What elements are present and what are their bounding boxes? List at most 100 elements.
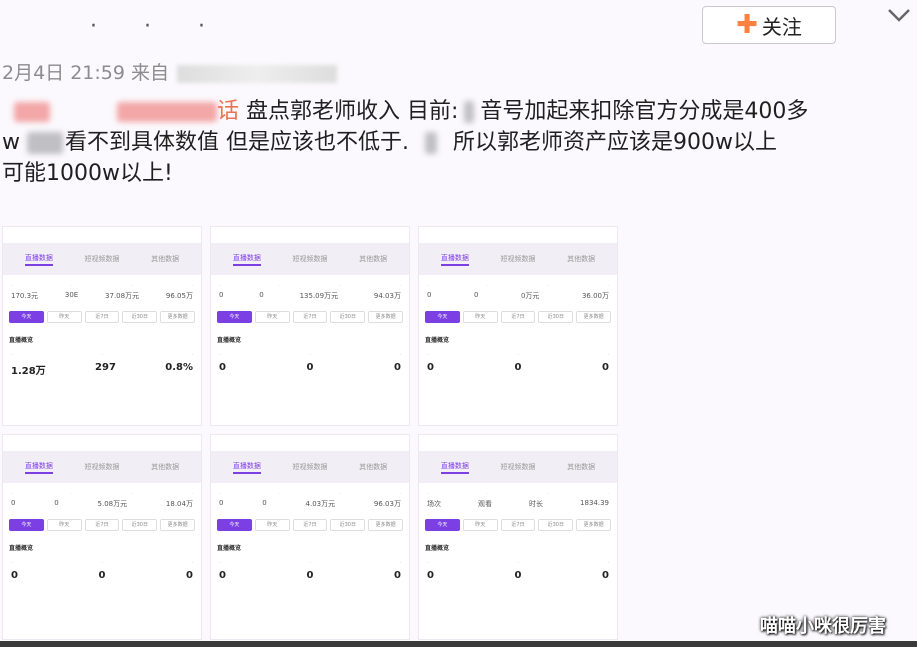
post-line-1b: 音号加起来扣除官方分成是400多 bbox=[480, 99, 809, 124]
pill-yesterday[interactable]: 昨天 bbox=[254, 311, 290, 323]
stat-label: · bbox=[547, 283, 549, 289]
pill-30d[interactable]: 近30日 bbox=[122, 311, 158, 323]
stat-label: · bbox=[71, 491, 73, 497]
post-line-3: 可能1000w以上! bbox=[2, 161, 173, 186]
pill-30d[interactable]: 近30日 bbox=[330, 519, 366, 531]
stat-value: 96.05万 bbox=[165, 292, 193, 300]
pill-more[interactable]: 更多数据 bbox=[160, 311, 195, 323]
screenshot-grid[interactable]: 直播数据 短视频数据 其他数据 · · · · 170.3元 30E 37.08万元 … bbox=[2, 226, 618, 640]
tab-live[interactable]: 直播数据 bbox=[24, 253, 53, 266]
stats-card-5[interactable]: 直播数据 短视频数据 其他数据 · · · · 0 0 4.03万元 96.03万 今… bbox=[210, 434, 410, 640]
stats-card-3[interactable]: 直播数据 短视频数据 其他数据 · · · · 0 0 0万元 36.00万 今天 昨… bbox=[418, 226, 618, 426]
blurred-source bbox=[177, 64, 338, 83]
stats-card-6[interactable]: 直播数据 短视频数据 其他数据 · · · · 场次 观看 时长 1834.39 今天… bbox=[418, 434, 618, 640]
big-value: 0 bbox=[602, 570, 609, 581]
pill-7d[interactable]: 近7日 bbox=[292, 519, 328, 531]
pill-30d[interactable]: 近30日 bbox=[122, 519, 158, 531]
post-text: 话 盘点郭老师收入 目前: 音号加起来扣除官方分成是400多 w 看不到具体数值 … bbox=[2, 96, 912, 189]
pill-more[interactable]: 更多数据 bbox=[368, 519, 403, 531]
stat-value: 0 bbox=[427, 291, 432, 299]
tab-other[interactable]: 其他数据 bbox=[151, 254, 179, 264]
tab-video[interactable]: 短视频数据 bbox=[500, 254, 535, 264]
section-title: 直播概览 bbox=[425, 545, 450, 552]
topic-handle-suffix[interactable]: 话 bbox=[217, 99, 239, 124]
stats-card-4[interactable]: 直播数据 短视频数据 其他数据 · · · · 0 0 5.08万元 18.04万 今… bbox=[2, 434, 202, 640]
tab-other[interactable]: 其他数据 bbox=[567, 254, 595, 264]
tab-live[interactable]: 直播数据 bbox=[440, 461, 469, 474]
pill-more[interactable]: 更多数据 bbox=[576, 519, 611, 531]
stat-label: · bbox=[219, 283, 221, 289]
tab-other[interactable]: 其他数据 bbox=[359, 462, 387, 472]
stat-label: · bbox=[191, 352, 193, 358]
card-title bbox=[3, 227, 201, 243]
big-value: 0 bbox=[427, 570, 434, 581]
big-value: 0 bbox=[514, 570, 522, 581]
tab-video[interactable]: 短视频数据 bbox=[292, 254, 327, 264]
pill-more[interactable]: 更多数据 bbox=[368, 311, 403, 323]
chevron-down-icon[interactable] bbox=[884, 2, 914, 26]
tab-video[interactable]: 短视频数据 bbox=[84, 462, 119, 472]
stat-label: · bbox=[339, 283, 341, 289]
stat-label: · bbox=[191, 491, 193, 497]
stat-label: · bbox=[71, 283, 73, 289]
stat-label: · bbox=[487, 283, 489, 289]
pill-today[interactable]: 今天 bbox=[425, 519, 460, 531]
pill-today[interactable]: 今天 bbox=[217, 519, 252, 531]
card-title bbox=[419, 435, 617, 451]
pill-more[interactable]: 更多数据 bbox=[160, 519, 195, 531]
stat-label: · bbox=[607, 283, 609, 289]
pill-yesterday[interactable]: 昨天 bbox=[46, 519, 82, 531]
stat-label: · bbox=[517, 352, 519, 358]
stat-label: · bbox=[191, 560, 193, 566]
stat-label: · bbox=[427, 283, 429, 289]
stat-label: · bbox=[399, 560, 401, 566]
stat-label: · bbox=[309, 560, 311, 566]
tab-other[interactable]: 其他数据 bbox=[359, 254, 387, 264]
more-dots[interactable]: · · · bbox=[90, 14, 225, 39]
blurred-handle bbox=[117, 102, 217, 122]
big-value: 0 bbox=[306, 362, 314, 373]
card-title bbox=[211, 435, 409, 451]
tab-live[interactable]: 直播数据 bbox=[24, 461, 53, 474]
stat-label: · bbox=[487, 491, 489, 497]
tab-live[interactable]: 直播数据 bbox=[232, 461, 261, 474]
stat-label: · bbox=[11, 283, 13, 289]
pill-yesterday[interactable]: 昨天 bbox=[254, 519, 290, 531]
pill-today[interactable]: 今天 bbox=[9, 519, 44, 531]
card-title bbox=[419, 227, 617, 243]
pill-yesterday[interactable]: 昨天 bbox=[462, 311, 498, 323]
pill-7d[interactable]: 近7日 bbox=[292, 311, 328, 323]
tab-video[interactable]: 短视频数据 bbox=[84, 254, 119, 264]
post-timestamp: 2月4日 21:59 bbox=[2, 62, 125, 84]
pill-30d[interactable]: 近30日 bbox=[538, 519, 574, 531]
stats-card-2[interactable]: 直播数据 短视频数据 其他数据 · · · · 0 0 135.09万元 94.03万… bbox=[210, 226, 410, 426]
pill-more[interactable]: 更多数据 bbox=[576, 311, 611, 323]
post-source-prefix: 来自 bbox=[131, 62, 176, 84]
pill-yesterday[interactable]: 昨天 bbox=[46, 311, 82, 323]
pill-7d[interactable]: 近7日 bbox=[84, 519, 120, 531]
pill-today[interactable]: 今天 bbox=[9, 311, 44, 323]
tab-video[interactable]: 短视频数据 bbox=[500, 462, 535, 472]
stat-value: 0 bbox=[259, 291, 264, 299]
pill-30d[interactable]: 近30日 bbox=[538, 311, 574, 323]
pill-today[interactable]: 今天 bbox=[425, 311, 460, 323]
tab-live[interactable]: 直播数据 bbox=[232, 253, 261, 266]
follow-button[interactable]: ✚ 关注 bbox=[702, 6, 836, 44]
tab-other[interactable]: 其他数据 bbox=[151, 462, 179, 472]
pill-today[interactable]: 今天 bbox=[217, 311, 252, 323]
stats-card-1[interactable]: 直播数据 短视频数据 其他数据 · · · · 170.3元 30E 37.08万元 … bbox=[2, 226, 202, 426]
tab-live[interactable]: 直播数据 bbox=[440, 253, 469, 266]
blurred-avatar bbox=[14, 102, 50, 122]
pill-yesterday[interactable]: 昨天 bbox=[462, 519, 498, 531]
tab-other[interactable]: 其他数据 bbox=[567, 462, 595, 472]
tab-video[interactable]: 短视频数据 bbox=[292, 462, 327, 472]
pill-7d[interactable]: 近7日 bbox=[84, 311, 120, 323]
stat-label: · bbox=[279, 491, 281, 497]
pill-7d[interactable]: 近7日 bbox=[500, 311, 536, 323]
stat-value: 观看 bbox=[478, 500, 493, 508]
pill-7d[interactable]: 近7日 bbox=[500, 519, 536, 531]
stat-value: 170.3元 bbox=[11, 292, 39, 300]
section-title: 直播概览 bbox=[425, 337, 450, 344]
big-value: 0 bbox=[219, 362, 226, 373]
pill-30d[interactable]: 近30日 bbox=[330, 311, 366, 323]
